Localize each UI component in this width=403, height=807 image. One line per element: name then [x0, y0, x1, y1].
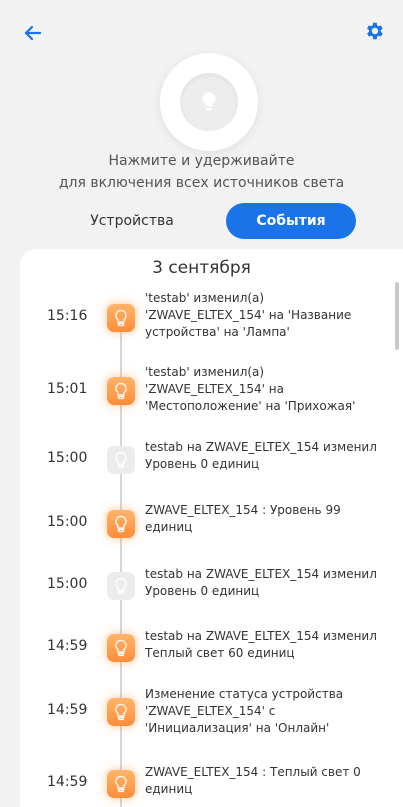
event-text: ZWAVE_ELTEX_154 : Уровень 99 единиц	[145, 503, 341, 534]
event-text: ZWAVE_ELTEX_154 : Теплый свет 0 единиц	[145, 765, 361, 796]
lightbulb-icon	[115, 382, 127, 400]
event-time: 14:59	[47, 774, 88, 790]
event-text: testab на ZWAVE_ELTEX_154 изменил Уровен…	[145, 567, 377, 598]
event-status-icon	[107, 770, 135, 798]
event-time: 15:16	[47, 308, 88, 324]
tab-events[interactable]: События	[226, 203, 356, 239]
back-button[interactable]	[20, 20, 46, 46]
event-status-icon	[107, 446, 135, 474]
all-lights-toggle-inner	[180, 73, 238, 131]
lightbulb-icon	[115, 775, 127, 793]
all-lights-hint: Нажмите и удерживайте для включения всех…	[0, 150, 403, 194]
event-time: 15:00	[47, 450, 88, 466]
events-scrollbar[interactable]	[395, 282, 399, 350]
event-status-icon	[107, 304, 135, 332]
event-time: 14:59	[47, 702, 88, 718]
event-time: 15:00	[47, 514, 88, 530]
lightbulb-icon	[202, 92, 216, 111]
lightbulb-icon	[115, 639, 127, 657]
lightbulb-icon	[115, 577, 127, 595]
event-text: Изменение статуса устройства 'ZWAVE_ELTE…	[145, 687, 344, 735]
event-status-icon	[107, 698, 135, 726]
lightbulb-icon	[115, 703, 127, 721]
top-bar	[0, 0, 403, 60]
event-time: 15:01	[47, 381, 88, 397]
event-text: 'testab' изменил(а) 'ZWAVE_ELTEX_154' на…	[145, 365, 356, 413]
event-status-icon	[107, 634, 135, 662]
hint-line-1: Нажмите и удерживайте	[108, 153, 295, 169]
settings-button[interactable]	[363, 20, 385, 42]
tab-bar: Устройства События	[0, 203, 403, 239]
event-time: 15:00	[47, 576, 88, 592]
lightbulb-icon	[115, 515, 127, 533]
event-time: 14:59	[47, 638, 88, 654]
event-status-icon	[107, 572, 135, 600]
event-status-icon	[107, 510, 135, 538]
lightbulb-icon	[115, 309, 127, 327]
events-date-header: 3 сентября	[152, 258, 251, 278]
event-status-icon	[107, 377, 135, 405]
tab-devices[interactable]: Устройства	[72, 203, 192, 239]
lightbulb-icon	[115, 451, 127, 469]
event-text: testab на ZWAVE_ELTEX_154 изменил Теплый…	[145, 629, 377, 660]
gear-icon	[367, 22, 383, 40]
event-text: 'testab' изменил(а) 'ZWAVE_ELTEX_154' на…	[145, 291, 352, 339]
event-text: testab на ZWAVE_ELTEX_154 изменил Уровен…	[145, 440, 377, 471]
arrow-left-icon	[24, 25, 42, 41]
all-lights-toggle[interactable]	[160, 53, 258, 151]
hint-line-2: для включения всех источников света	[58, 175, 345, 191]
